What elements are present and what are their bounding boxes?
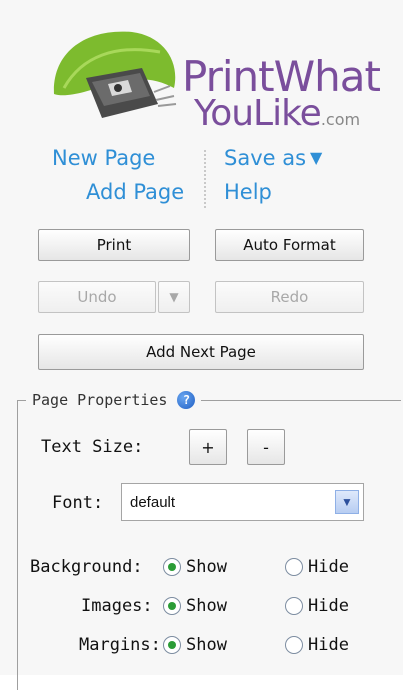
margins-show-radio[interactable]	[163, 636, 181, 654]
logo: PrintWhat YouLike.com	[46, 22, 386, 134]
action-links: New Page Add Page Save as ▼ Help	[50, 146, 370, 214]
auto-format-button[interactable]: Auto Format	[215, 229, 364, 261]
background-show-label[interactable]: Show	[186, 557, 227, 577]
print-button[interactable]: Print	[38, 229, 190, 261]
add-page-link[interactable]: Add Page	[86, 180, 184, 204]
help-icon[interactable]: ?	[177, 391, 196, 409]
font-select[interactable]: default ▼	[121, 483, 364, 521]
background-label: Background:	[30, 557, 143, 577]
printwhatyoulike-panel: PrintWhat YouLike.com New Page Add Page …	[0, 0, 403, 690]
links-divider	[204, 150, 206, 208]
font-label: Font:	[52, 493, 104, 513]
margins-show-label[interactable]: Show	[186, 635, 227, 655]
new-page-link[interactable]: New Page	[52, 146, 155, 170]
add-next-page-button[interactable]: Add Next Page	[38, 334, 364, 370]
save-as-label: Save as	[224, 146, 307, 170]
background-show-radio[interactable]	[163, 558, 181, 576]
undo-dropdown-button[interactable]: ▼	[158, 281, 190, 313]
page-properties-legend: Page Properties ?	[26, 389, 202, 411]
save-as-link[interactable]: Save as ▼	[224, 146, 322, 170]
margins-label: Margins:	[79, 635, 161, 655]
images-show-radio[interactable]	[163, 597, 181, 615]
images-label: Images:	[81, 596, 153, 616]
logo-text-youlike: YouLike.com	[194, 96, 360, 138]
background-hide-label[interactable]: Hide	[308, 557, 349, 577]
text-size-label: Text Size:	[41, 437, 144, 457]
images-hide-label[interactable]: Hide	[308, 596, 349, 616]
chevron-down-icon: ▼	[310, 148, 323, 167]
logo-text-printwhat: PrintWhat	[182, 52, 381, 101]
printer-leaf-logo-icon	[53, 31, 177, 118]
decrease-text-size-button[interactable]: -	[247, 429, 285, 465]
images-option-row: Images: Show Hide	[0, 594, 403, 620]
increase-text-size-button[interactable]: +	[189, 429, 227, 465]
logo-text-com: .com	[320, 110, 361, 129]
background-hide-radio[interactable]	[285, 558, 303, 576]
logo-text-youlike-main: YouLike	[194, 93, 322, 134]
font-select-value: default	[130, 493, 176, 511]
images-hide-radio[interactable]	[285, 597, 303, 615]
margins-hide-label[interactable]: Hide	[308, 635, 349, 655]
margins-option-row: Margins: Show Hide	[0, 633, 403, 659]
page-properties-title: Page Properties	[32, 391, 168, 409]
background-option-row: Background: Show Hide	[0, 555, 403, 581]
chevron-down-icon: ▼	[335, 490, 359, 514]
images-show-label[interactable]: Show	[186, 596, 227, 616]
redo-button[interactable]: Redo	[215, 281, 364, 313]
chevron-down-icon: ▼	[169, 290, 179, 304]
help-link[interactable]: Help	[224, 180, 272, 204]
undo-button[interactable]: Undo	[38, 281, 156, 313]
margins-hide-radio[interactable]	[285, 636, 303, 654]
